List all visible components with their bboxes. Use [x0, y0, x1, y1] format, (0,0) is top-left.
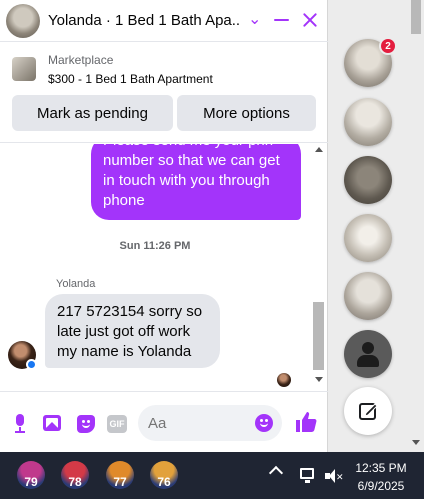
taskbar: 79 78 77 76 ✕ 12:35 PM 6/9/2025 [0, 452, 424, 499]
chat-head-2[interactable] [344, 98, 392, 146]
chat-header: Yolanda · 1 Bed 1 Bath Apa... ⌄ [0, 0, 328, 42]
network-icon[interactable] [300, 468, 314, 479]
sticker-icon[interactable] [76, 414, 96, 434]
new-message-button[interactable] [344, 387, 392, 435]
microphone-icon[interactable] [10, 414, 30, 434]
scroll-up-arrow-icon[interactable] [315, 147, 323, 152]
volume-muted-icon[interactable]: ✕ [325, 469, 344, 483]
close-icon[interactable] [300, 9, 320, 31]
taskbar-app-3[interactable]: 77 [106, 461, 134, 491]
minimize-icon[interactable] [274, 19, 289, 21]
more-options-button[interactable]: More options [177, 95, 316, 131]
message-timestamp: Sun 11:26 PM [119, 240, 191, 252]
contact-avatar[interactable] [6, 4, 40, 38]
photo-icon[interactable] [42, 414, 62, 434]
chevron-down-icon[interactable]: ⌄ [248, 9, 261, 29]
new-message-icon [359, 403, 378, 420]
app-badge-number: 77 [113, 475, 127, 489]
chevron-up-icon[interactable] [268, 465, 284, 481]
outgoing-message-text: Please send me your phn number so that w… [103, 144, 280, 209]
clock-date[interactable]: 6/9/2025 [350, 479, 412, 493]
message-list: Please send me your phn number so that w… [0, 144, 328, 390]
gif-icon[interactable]: GIF [107, 415, 127, 433]
scroll-thumb[interactable] [313, 302, 324, 370]
notification-badge: 2 [379, 37, 397, 55]
listing-title[interactable]: $300 - 1 Bed 1 Bath Apartment [48, 72, 213, 86]
thumbs-up-icon[interactable] [294, 410, 318, 434]
chat-window: Yolanda · 1 Bed 1 Bath Apa... ⌄ Marketpl… [0, 0, 328, 452]
outgoing-message[interactable]: Please send me your phn number so that w… [91, 144, 301, 220]
app-badge-number: 79 [24, 475, 38, 489]
seen-indicator-avatar [277, 373, 291, 387]
rail-scroll-thumb[interactable] [411, 0, 421, 34]
message-composer: GIF [0, 391, 328, 452]
chat-heads-rail: 2 [329, 0, 424, 452]
app-badge-number: 76 [157, 475, 171, 489]
listing-thumbnail[interactable] [12, 57, 36, 81]
sender-name: Yolanda [56, 278, 96, 290]
taskbar-app-2[interactable]: 78 [61, 461, 89, 491]
emoji-icon[interactable] [255, 414, 273, 432]
taskbar-app-1[interactable]: 79 [17, 461, 45, 491]
messenger-badge-icon [26, 359, 37, 370]
rail-scroll-down-icon[interactable] [412, 440, 420, 445]
marketplace-listing: Marketplace $300 - 1 Bed 1 Bath Apartmen… [0, 43, 328, 143]
clock-time[interactable]: 12:35 PM [350, 461, 412, 475]
message-scrollbar[interactable] [312, 144, 326, 390]
person-icon [362, 342, 374, 354]
taskbar-app-4[interactable]: 76 [150, 461, 178, 491]
chat-head-6[interactable] [344, 330, 392, 378]
app-badge-number: 78 [68, 475, 82, 489]
listing-label: Marketplace [48, 53, 114, 67]
chat-head-5[interactable] [344, 272, 392, 320]
chat-head-3[interactable] [344, 156, 392, 204]
mark-as-pending-button[interactable]: Mark as pending [12, 95, 173, 131]
chat-title[interactable]: Yolanda · 1 Bed 1 Bath Apa... [48, 12, 240, 29]
chat-head-4[interactable] [344, 214, 392, 262]
incoming-message[interactable]: 217 5723154 sorry so late just got off w… [45, 294, 220, 368]
scroll-down-arrow-icon[interactable] [315, 377, 323, 382]
